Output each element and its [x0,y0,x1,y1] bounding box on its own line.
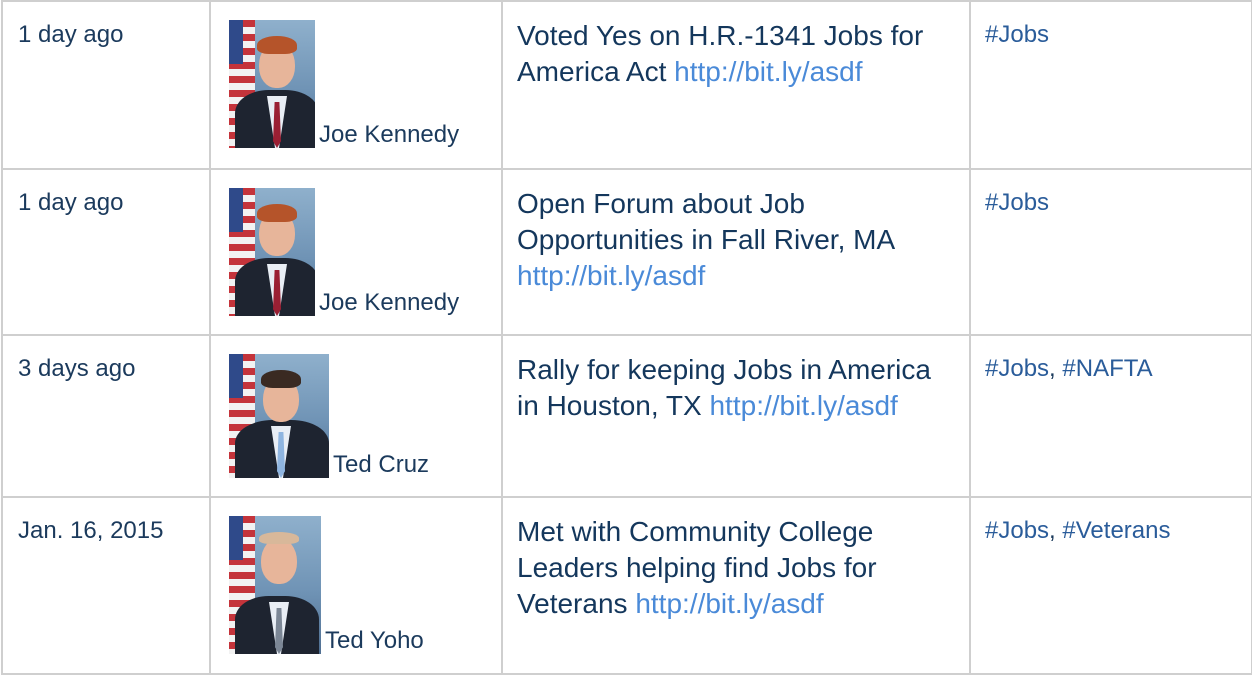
post-date: 1 day ago [18,21,124,48]
tag-link[interactable]: #Jobs [985,189,1049,216]
date-cell: 1 day ago [1,168,211,336]
person-name[interactable]: Joe Kennedy [319,290,459,316]
post-date: 3 days ago [18,355,136,382]
person-photo[interactable] [229,20,315,148]
post-cell: Met with Community College Leaders helpi… [501,496,971,675]
table-row: Jan. 16, 2015 Ted Yoho Met with Communit… [1,496,1252,675]
post-link[interactable]: http://bit.ly/asdf [709,390,897,421]
tag-link[interactable]: #Jobs [985,21,1049,48]
post-cell: Rally for keeping Jobs in America in Hou… [501,334,971,498]
person-photo[interactable] [229,354,329,478]
post-date: Jan. 16, 2015 [18,517,164,544]
person-cell: Joe Kennedy [209,168,503,336]
tags-cell: #Jobs [969,0,1252,170]
person-photo[interactable] [229,188,315,316]
date-cell: 3 days ago [1,334,211,498]
tag-link[interactable]: #Veterans [1062,517,1170,544]
person-name[interactable]: Joe Kennedy [319,122,459,148]
tags-cell: #Jobs [969,168,1252,336]
person-photo[interactable] [229,516,321,654]
tag-link[interactable]: #Jobs [985,517,1049,544]
tags-cell: #Jobs, #Veterans [969,496,1252,675]
post-cell: Voted Yes on H.R.-1341 Jobs for America … [501,0,971,170]
post-link[interactable]: http://bit.ly/asdf [517,260,705,291]
date-cell: 1 day ago [1,0,211,170]
post-link[interactable]: http://bit.ly/asdf [674,56,862,87]
table-row: 1 day ago Joe Kennedy Open Forum about J… [1,168,1252,336]
tags-cell: #Jobs, #NAFTA [969,334,1252,498]
date-cell: Jan. 16, 2015 [1,496,211,675]
table-row: 3 days ago Ted Cruz Rally for keeping Jo… [1,334,1252,498]
table-row: 1 day ago Joe Kennedy Voted Yes on H.R.-… [1,0,1252,170]
post-link[interactable]: http://bit.ly/asdf [635,588,823,619]
person-cell: Ted Yoho [209,496,503,675]
person-cell: Joe Kennedy [209,0,503,170]
person-name[interactable]: Ted Yoho [325,628,424,654]
post-cell: Open Forum about Job Opportunities in Fa… [501,168,971,336]
person-cell: Ted Cruz [209,334,503,498]
person-name[interactable]: Ted Cruz [333,452,429,478]
post-text: Open Forum about Job Opportunities in Fa… [517,188,894,255]
tag-link[interactable]: #Jobs [985,355,1049,382]
post-date: 1 day ago [18,189,124,216]
tag-link[interactable]: #NAFTA [1062,355,1152,382]
activity-feed-table: 1 day ago Joe Kennedy Voted Yes on H.R.-… [1,0,1252,675]
